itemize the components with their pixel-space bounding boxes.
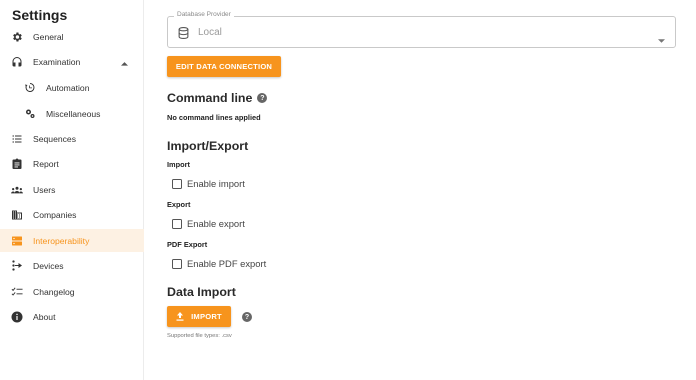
- automation-icon: [24, 82, 36, 94]
- cogs-icon: [24, 108, 36, 120]
- server-icon: [11, 235, 23, 247]
- help-icon[interactable]: ?: [242, 312, 252, 322]
- sidebar-item-label: Companies: [33, 209, 77, 220]
- sidebar-item-miscellaneous[interactable]: Miscellaneous: [0, 102, 144, 125]
- sidebar-item-label: Automation: [46, 82, 90, 93]
- checkbox-icon[interactable]: [172, 258, 182, 269]
- sidebar-item-label: Changelog: [33, 286, 75, 297]
- import-button-label: IMPORT: [191, 312, 222, 321]
- pdf-export-label: PDF Export: [167, 240, 208, 249]
- upload-icon: [176, 312, 184, 321]
- enable-export-label: Enable export: [187, 218, 245, 229]
- enable-export-checkbox[interactable]: Enable export: [172, 218, 245, 229]
- sidebar-item-users[interactable]: Users: [0, 178, 144, 201]
- enable-pdf-export-label: Enable PDF export: [187, 258, 267, 269]
- settings-sidebar: Settings General Examination Automation …: [0, 0, 144, 380]
- sidebar-item-label: Report: [33, 158, 59, 169]
- sidebar-item-label: Users: [33, 184, 56, 195]
- sidebar-item-label: General: [33, 31, 64, 42]
- data-import-heading: Data Import: [167, 285, 236, 299]
- sidebar-item-label: Examination: [33, 56, 81, 67]
- enable-import-label: Enable import: [187, 178, 245, 189]
- sidebar-item-general[interactable]: General: [0, 25, 144, 48]
- sidebar-item-interoperability[interactable]: Interoperability: [0, 229, 144, 252]
- interoperability-panel: Database Provider Local EDIT DATA CONNEC…: [145, 0, 696, 380]
- checkbox-icon[interactable]: [172, 178, 182, 189]
- database-icon: [178, 26, 189, 44]
- devices-icon: [11, 260, 23, 272]
- export-label: Export: [167, 200, 191, 209]
- sidebar-item-about[interactable]: About: [0, 305, 144, 328]
- supported-file-types-text: Supported file types: .csv: [167, 333, 232, 339]
- import-button[interactable]: IMPORT: [167, 306, 231, 327]
- sidebar-item-sequences[interactable]: Sequences: [0, 127, 144, 150]
- gear-icon: [11, 31, 23, 43]
- sidebar-item-label: Miscellaneous: [46, 108, 101, 119]
- command-line-heading: Command line: [167, 91, 253, 105]
- list-icon: [11, 133, 23, 145]
- help-icon[interactable]: ?: [257, 93, 268, 103]
- sidebar-item-label: About: [33, 311, 56, 322]
- chevron-up-icon: [121, 58, 128, 68]
- sidebar-item-label: Sequences: [33, 133, 77, 144]
- sidebar-item-automation[interactable]: Automation: [0, 76, 144, 99]
- database-provider-value: Local: [198, 27, 222, 38]
- info-icon: [11, 311, 23, 323]
- import-label: Import: [167, 160, 190, 169]
- edit-data-connection-button[interactable]: EDIT DATA CONNECTION: [167, 56, 281, 77]
- sidebar-item-companies[interactable]: Companies: [0, 203, 144, 226]
- command-line-section: Command line ?: [167, 91, 268, 105]
- sidebar-item-report[interactable]: Report: [0, 152, 144, 175]
- dropdown-arrow-icon: [658, 30, 665, 48]
- checklist-icon: [11, 286, 23, 298]
- users-icon: [11, 184, 23, 196]
- sidebar-title: Settings: [12, 7, 68, 23]
- headset-icon: [11, 56, 23, 68]
- sidebar-item-label: Interoperability: [33, 235, 90, 246]
- sidebar-item-changelog[interactable]: Changelog: [0, 280, 144, 303]
- database-provider-select[interactable]: Database Provider Local: [167, 11, 676, 48]
- sidebar-item-examination[interactable]: Examination: [0, 50, 144, 73]
- building-icon: [11, 209, 23, 221]
- enable-pdf-export-checkbox[interactable]: Enable PDF export: [172, 258, 266, 269]
- import-export-heading: Import/Export: [167, 139, 249, 153]
- command-line-empty-text: No command lines applied: [167, 113, 261, 122]
- checkbox-icon[interactable]: [172, 218, 182, 229]
- enable-import-checkbox[interactable]: Enable import: [172, 178, 245, 189]
- sidebar-item-label: Devices: [33, 260, 64, 271]
- sidebar-item-devices[interactable]: Devices: [0, 254, 144, 277]
- clipboard-icon: [11, 158, 23, 170]
- database-provider-label: Database Provider: [174, 11, 234, 18]
